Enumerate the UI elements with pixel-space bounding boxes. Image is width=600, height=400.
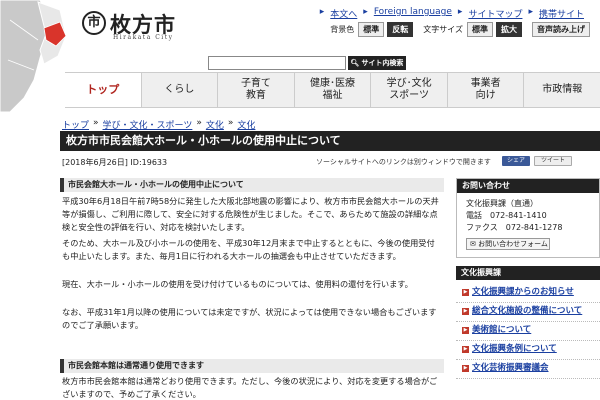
utility-links: ▸ 本文へ ▸ Foreign language ▸ サイトマップ ▸ 携帯サイ… <box>320 7 584 20</box>
nav-childcare-education[interactable]: 子育て 教育 <box>217 73 294 107</box>
city-emblem-icon: 市 <box>82 11 106 35</box>
nav-top[interactable]: トップ <box>65 73 141 107</box>
arrow-right-icon: ▶ <box>462 308 469 315</box>
contact-form-button[interactable]: ✉ お問い合わせフォーム <box>466 238 550 250</box>
page-date: [2018年6月26日] <box>62 158 128 167</box>
logo-subtitle: Hirakata City <box>113 34 174 41</box>
mobile-site-link[interactable]: 携帯サイト <box>539 7 584 20</box>
arrow-icon: ▸ <box>528 7 533 17</box>
font-large-button[interactable]: 拡大 <box>496 22 522 37</box>
contact-box: お問い合わせ 文化振興課（直通） 電話 072-841-1410 ファクス 07… <box>456 178 600 258</box>
sidebar-link[interactable]: ▶ 美術館について <box>456 322 600 341</box>
arrow-right-icon: ▶ <box>462 327 469 334</box>
skip-to-content-link[interactable]: 本文へ <box>330 7 357 20</box>
foreign-language-link[interactable]: Foreign language <box>374 7 452 20</box>
paragraph: そのため、大ホール及び小ホールの使用を、平成30年12月末まで中止するとともに、… <box>62 238 435 261</box>
section-heading: 市民会館大ホール・小ホールの使用中止について <box>60 178 444 192</box>
arrow-icon: ▸ <box>319 7 325 17</box>
sidebar-link[interactable]: ▶ 文化振興条例について <box>456 341 600 360</box>
contact-department: 文化振興課（直通） <box>466 199 538 208</box>
page-id: ID:19633 <box>130 158 168 167</box>
contact-tel: 電話 072-841-1410 <box>466 211 547 220</box>
sidebar-link-label: 文化芸術振興審議会 <box>472 363 549 373</box>
bg-normal-button[interactable]: 標準 <box>358 22 385 37</box>
nav-living[interactable]: くらし <box>140 73 218 107</box>
sidebar-link-label: 文化振興課からのお知らせ <box>472 287 574 297</box>
site-logo[interactable]: 市 枚方市 Hirakata City <box>82 8 192 42</box>
sidebar-link-label: 美術館について <box>472 325 532 335</box>
breadcrumb-separator: » <box>196 118 202 128</box>
search-icon: 🔍︎ <box>350 59 360 67</box>
page-title: 枚方市市民会館大ホール・小ホールの使用中止について <box>60 131 600 151</box>
nav-health-welfare[interactable]: 健康･医療 福祉 <box>293 73 371 107</box>
paragraph: 枚方市市民会館本館は通常どおり使用できます。ただし、今後の状況により、対応を変更… <box>62 376 438 399</box>
site-search-input[interactable] <box>208 56 346 70</box>
contact-form-label: お問い合わせフォーム <box>478 240 548 248</box>
font-size-label: 文字サイズ <box>423 25 463 34</box>
breadcrumb-separator: » <box>93 118 99 128</box>
display-settings: 背景色 標準 反転 文字サイズ 標準 拡大 音声読み上げ <box>330 22 590 37</box>
sitemap-link[interactable]: サイトマップ <box>468 7 522 20</box>
nav-city-info[interactable]: 市政情報 <box>523 73 600 107</box>
section-heading: 市民会館本館は通常通り使用できます <box>60 359 444 373</box>
nav-learning-culture-sports[interactable]: 学び･文化 スポーツ <box>370 73 447 107</box>
sidebar-link[interactable]: ▶ 文化振興課からのお知らせ <box>456 284 600 303</box>
breadcrumb-learning[interactable]: 学び・文化・スポーツ <box>103 118 193 131</box>
site-search-button[interactable]: 🔍︎ サイト内検索 <box>348 56 406 70</box>
contact-fax: ファクス 072-841-1278 <box>466 223 563 232</box>
sidebar-link-label: 文化振興条例について <box>472 344 557 354</box>
arrow-right-icon: ▶ <box>462 289 469 296</box>
site-search-label: サイト内検索 <box>361 59 404 67</box>
mail-icon: ✉ <box>470 240 476 248</box>
social-note: ソーシャルサイトへのリンクは別ウィンドウで開きます <box>316 158 491 166</box>
page-meta: [2018年6月26日] ID:19633 <box>62 157 167 168</box>
breadcrumb: トップ » 学び・文化・スポーツ » 文化 » 文化 <box>62 118 255 131</box>
sidebar-link-label: 総合文化施設の整備について <box>472 306 583 316</box>
paragraph: 平成30年6月18日午前7時58分に発生した大阪北部地震の影響により、枚方市市民… <box>62 196 439 232</box>
breadcrumb-separator: » <box>227 118 234 128</box>
tweet-button[interactable]: ツイート <box>534 156 572 166</box>
department-links: ▶ 文化振興課からのお知らせ ▶ 総合文化施設の整備について ▶ 美術館について… <box>456 284 600 379</box>
paragraph: なお、平成31年1月以降の使用については未定ですが、状況によっては使用できない場… <box>62 307 437 330</box>
breadcrumb-culture-sub[interactable]: 文化 <box>237 118 255 131</box>
breadcrumb-top[interactable]: トップ <box>62 118 89 131</box>
global-nav: トップ くらし 子育て 教育 健康･医療 福祉 学び･文化 スポーツ 事業者 向… <box>65 72 600 108</box>
nav-business[interactable]: 事業者 向け <box>446 73 524 107</box>
arrow-right-icon: ▶ <box>462 346 469 353</box>
bg-invert-button[interactable]: 反転 <box>387 22 414 37</box>
bg-color-label: 背景色 <box>330 25 355 34</box>
read-aloud-button[interactable]: 音声読み上げ <box>532 22 590 37</box>
arrow-icon: ▸ <box>457 7 463 17</box>
sidebar-link[interactable]: ▶ 文化芸術振興審議会 <box>456 360 600 379</box>
paragraph: 現在、大ホール・小ホールの使用を受け付けているものについては、使用料の還付を行い… <box>62 279 413 289</box>
breadcrumb-culture[interactable]: 文化 <box>206 118 224 131</box>
facebook-share-button[interactable]: シェア <box>502 156 530 166</box>
sidebar-link[interactable]: ▶ 総合文化施設の整備について <box>456 303 600 322</box>
arrow-right-icon: ▶ <box>462 365 469 372</box>
font-normal-button[interactable]: 標準 <box>467 22 493 37</box>
contact-heading: お問い合わせ <box>457 179 599 193</box>
department-heading: 文化振興課 <box>456 266 600 280</box>
arrow-icon: ▸ <box>363 7 368 17</box>
